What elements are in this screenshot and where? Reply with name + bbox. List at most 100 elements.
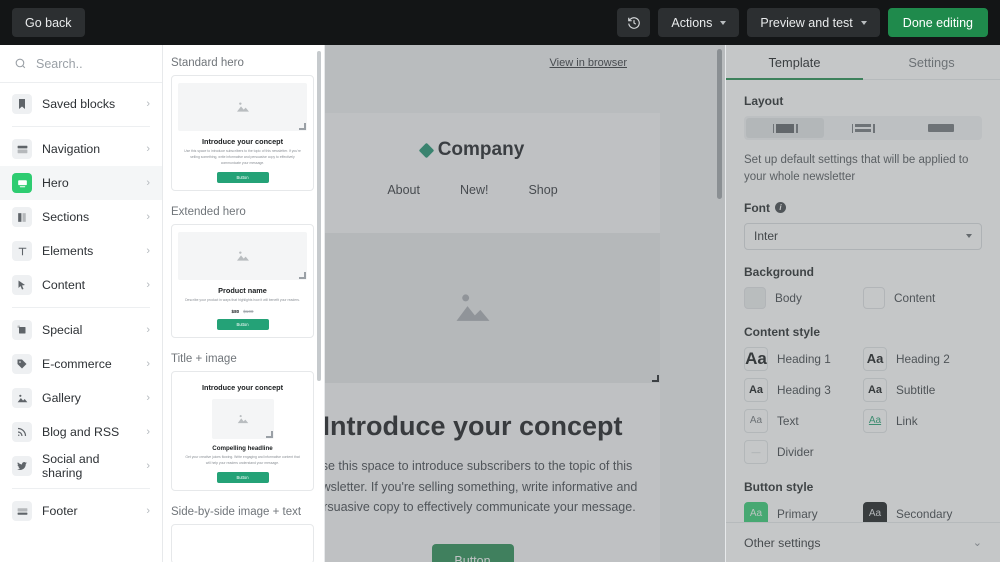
block-heading: Product name [218,285,267,295]
sidebar-item-social-and-sharing[interactable]: Social and sharing › [0,449,162,483]
heading-2-swatch: Aa [863,346,887,371]
layout-rail-icon [772,123,774,133]
content-color-swatch[interactable] [863,286,885,309]
blocks-panel-scrollbar[interactable] [317,51,321,381]
content-style-heading-3[interactable]: Aa Heading 3 [744,377,863,402]
email-nav-item-shop[interactable]: Shop [528,183,557,197]
price-tag-icon [12,354,32,374]
block-group-title: Extended hero [171,205,246,218]
other-settings-label: Other settings [744,535,821,550]
sidebar-item-label: Social and sharing [42,452,100,480]
preview-and-test-dropdown[interactable]: Preview and test [747,8,880,37]
sidebar-item-special[interactable]: Special › [0,313,162,347]
content-style-text[interactable]: Aa Text [744,408,863,433]
button-style-primary[interactable]: Aa Primary [744,501,863,522]
sidebar-item-sections[interactable]: Sections › [0,200,162,234]
text-swatch: Aa [744,408,768,433]
email-heading[interactable]: Introduce your concept [325,411,660,442]
email-logo[interactable]: Company [325,139,660,161]
layout-wide-block-icon [928,124,954,132]
bookmark-icon [12,94,32,114]
content-style-label-text: Heading 2 [896,351,950,366]
block-card-standard-hero[interactable]: Introduce your concept Use this space to… [171,75,314,191]
sidebar-item-gallery[interactable]: Gallery › [0,381,162,415]
content-style-divider[interactable]: — Divider [744,439,863,464]
special-layers-icon [12,320,32,340]
sidebar-item-saved-blocks[interactable]: Saved blocks › [0,87,162,121]
sidebar-divider [12,126,150,127]
done-editing-button[interactable]: Done editing [887,8,988,37]
background-content-option[interactable]: Content [863,286,982,309]
sidebar-item-hero[interactable]: Hero › [0,166,162,200]
sidebar-item-label: E-commerce [42,357,112,371]
layout-option-full-width[interactable] [902,118,980,138]
go-back-button[interactable]: Go back [12,8,85,37]
sidebar-item-content[interactable]: Content › [0,268,162,302]
resize-handle-icon [299,123,306,130]
tab-template[interactable]: Template [726,45,863,80]
content-style-subtitle[interactable]: Aa Subtitle [863,377,982,402]
heading-1-swatch: Aa [744,346,768,371]
sidebar-divider [12,488,150,489]
info-icon[interactable]: i [775,202,786,213]
block-body: Use this space to introduce subscribers … [184,149,301,165]
layout-option-narrow-centered[interactable] [746,118,824,138]
other-settings-accordion[interactable]: Other settings ⌄ [726,522,1000,562]
block-button: Button [216,471,269,483]
history-clock-icon [628,16,640,29]
block-card-extended-hero[interactable]: Product name Describe your product in wa… [171,223,314,338]
chevron-right-icon: › [146,358,150,370]
content-style-heading-2[interactable]: Aa Heading 2 [863,346,982,371]
button-style-secondary[interactable]: Aa Secondary [863,501,982,522]
settings-panel: Template Settings Layout Set up default … [725,45,1000,562]
toolbar-left-group: Go back [12,8,85,37]
resize-handle-icon[interactable] [652,375,659,382]
sidebar-item-elements[interactable]: Elements › [0,234,162,268]
preview-label: Preview and test [760,15,853,30]
email-nav-item-about[interactable]: About [387,183,420,197]
email-body[interactable]: Use this space to introduce subscribers … [325,456,644,518]
sidebar-item-ecommerce[interactable]: E-commerce › [0,347,162,381]
rss-icon [12,422,32,442]
canvas-scrollbar[interactable] [717,49,722,199]
block-price-row: $80 $100 [178,309,307,314]
content-style-label-text: Heading 1 [777,351,831,366]
search-input[interactable]: Search.. [0,45,162,83]
block-group-title: Title + image [171,352,237,365]
twitter-bird-icon [12,456,32,476]
font-label-text: Font [744,200,770,215]
sidebar-item-navigation[interactable]: Navigation › [0,132,162,166]
divider-swatch: — [744,439,768,464]
background-body-label: Body [775,290,802,305]
block-body: Describe your product in ways that highl… [185,297,300,302]
chevron-down-icon [860,20,867,25]
block-card-side-by-side[interactable] [171,523,314,562]
block-group-title-next: Side-by-side image + text [171,505,302,518]
sidebar-item-footer[interactable]: Footer › [0,494,162,528]
block-image-placeholder [178,231,307,280]
email-nav-item-new[interactable]: New! [460,183,488,197]
diamond-logo-icon [418,142,434,158]
content-style-heading-1[interactable]: Aa Heading 1 [744,346,863,371]
email-cta-button[interactable]: Button [431,543,514,562]
search-placeholder: Search.. [36,56,83,71]
view-in-browser-link[interactable]: View in browser [550,57,627,69]
button-style-label-text: Primary [777,506,818,521]
background-body-option[interactable]: Body [744,286,863,309]
font-select[interactable]: Inter [744,222,982,250]
actions-dropdown[interactable]: Actions [658,8,740,37]
block-card-title-image[interactable]: Introduce your concept Compelling headli… [171,370,314,491]
columns-icon [12,207,32,227]
tab-template-label: Template [768,54,821,70]
footer-icon [12,501,32,521]
chevron-right-icon: › [146,98,150,110]
email-canvas[interactable]: View in browser Company About New! Shop [325,45,725,562]
content-style-link[interactable]: Aa Link [863,408,982,433]
tab-settings-label: Settings [908,54,955,70]
history-button[interactable] [617,8,651,37]
sidebar-item-blog-and-rss[interactable]: Blog and RSS › [0,415,162,449]
email-image-placeholder[interactable] [325,233,660,383]
layout-option-split-rows[interactable] [824,118,902,138]
body-color-swatch[interactable] [744,286,766,309]
tab-settings[interactable]: Settings [863,45,1000,79]
